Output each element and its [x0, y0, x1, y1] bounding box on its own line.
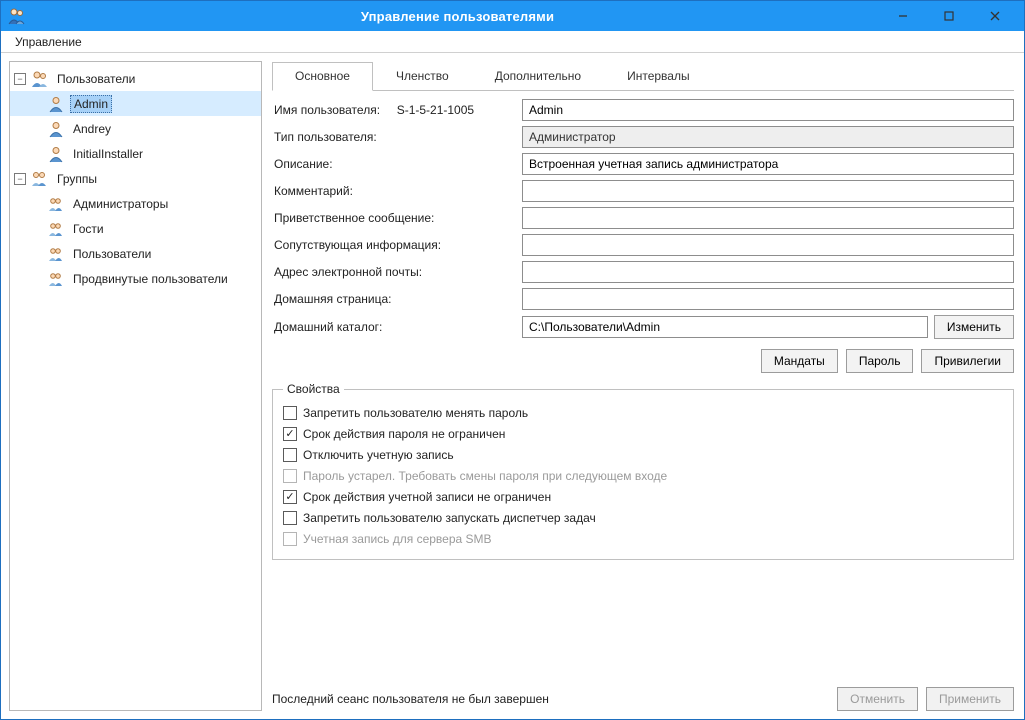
checkbox-icon[interactable]: ✓ — [283, 490, 297, 504]
related-label: Сопутствующая информация: — [272, 238, 522, 252]
greeting-input[interactable] — [522, 207, 1014, 229]
password-button[interactable]: Пароль — [846, 349, 914, 373]
tree-item-label: InitialInstaller — [70, 146, 146, 162]
group-icon — [46, 194, 66, 214]
tab-intervals[interactable]: Интервалы — [604, 62, 713, 91]
main-panel: Основное Членство Дополнительно Интервал… — [262, 53, 1024, 719]
homepage-input[interactable] — [522, 288, 1014, 310]
usertype-label: Тип пользователя: — [272, 130, 522, 144]
checkbox-icon — [283, 469, 297, 483]
tree-item-label: Администраторы — [70, 196, 171, 212]
minimize-button[interactable] — [880, 1, 926, 31]
tree-label: Пользователи — [54, 71, 138, 87]
tab-general[interactable]: Основное — [272, 62, 373, 91]
tree-node-users[interactable]: − Пользователи — [10, 66, 261, 91]
description-input[interactable] — [522, 153, 1014, 175]
property-label: Пароль устарел. Требовать смены пароля п… — [303, 469, 667, 483]
properties-legend: Свойства — [283, 382, 344, 396]
tree-label: Группы — [54, 171, 100, 187]
privileges-button[interactable]: Привилегии — [921, 349, 1014, 373]
property-checkbox-row[interactable]: Запретить пользователю менять пароль — [283, 402, 1003, 423]
property-label: Учетная запись для сервера SMB — [303, 532, 492, 546]
tree-item-group[interactable]: Продвинутые пользователи — [10, 266, 261, 291]
checkbox-icon — [283, 532, 297, 546]
user-form: Имя пользователя: S-1-5-21-1005 Тип поль… — [272, 99, 1014, 339]
tab-bar: Основное Членство Дополнительно Интервал… — [272, 61, 1014, 91]
window-title: Управление пользователями — [35, 9, 880, 24]
group-icon — [46, 244, 66, 264]
email-label: Адрес электронной почты: — [272, 265, 522, 279]
user-icon — [46, 144, 66, 164]
property-checkbox-row[interactable]: ✓ Срок действия учетной записи не огранич… — [283, 486, 1003, 507]
property-checkbox-row[interactable]: Запретить пользователю запускать диспетч… — [283, 507, 1003, 528]
menu-manage[interactable]: Управление — [7, 33, 90, 51]
property-checkbox-row: Учетная запись для сервера SMB — [283, 528, 1003, 549]
collapse-icon[interactable]: − — [14, 173, 26, 185]
property-label: Запретить пользователю запускать диспетч… — [303, 511, 596, 525]
sid-value: S-1-5-21-1005 — [397, 103, 474, 117]
change-homedir-button[interactable]: Изменить — [934, 315, 1014, 339]
group-icon — [46, 219, 66, 239]
usertype-input — [522, 126, 1014, 148]
tree-item-label: Гости — [70, 221, 107, 237]
description-label: Описание: — [272, 157, 522, 171]
tree-item-label: Пользователи — [70, 246, 154, 262]
homedir-input[interactable] — [522, 316, 928, 338]
tree-node-groups[interactable]: − Группы — [10, 166, 261, 191]
action-buttons: Мандаты Пароль Привилегии — [272, 349, 1014, 373]
tree-item-user[interactable]: Admin — [10, 91, 261, 116]
app-window: Управление пользователями Управление − П… — [0, 0, 1025, 720]
related-input[interactable] — [522, 234, 1014, 256]
footer: Последний сеанс пользователя не был заве… — [272, 679, 1014, 711]
apply-button[interactable]: Применить — [926, 687, 1014, 711]
tab-advanced[interactable]: Дополнительно — [472, 62, 604, 91]
tree-item-user[interactable]: Andrey — [10, 116, 261, 141]
property-label: Отключить учетную запись — [303, 448, 454, 462]
user-icon — [46, 94, 66, 114]
tab-membership[interactable]: Членство — [373, 62, 472, 91]
comment-label: Комментарий: — [272, 184, 522, 198]
property-checkbox-row[interactable]: ✓ Срок действия пароля не ограничен — [283, 423, 1003, 444]
sidebar-tree: − Пользователи Admin Andrey InitialInsta… — [9, 61, 262, 711]
username-input[interactable] — [522, 99, 1014, 121]
content: − Пользователи Admin Andrey InitialInsta… — [1, 53, 1024, 719]
properties-fieldset: Свойства Запретить пользователю менять п… — [272, 389, 1014, 560]
tree-item-label: Admin — [70, 95, 112, 113]
checkbox-icon[interactable] — [283, 511, 297, 525]
comment-input[interactable] — [522, 180, 1014, 202]
collapse-icon[interactable]: − — [14, 73, 26, 85]
checkbox-icon[interactable] — [283, 406, 297, 420]
homepage-label: Домашняя страница: — [272, 292, 522, 306]
menubar: Управление — [1, 31, 1024, 53]
mandates-button[interactable]: Мандаты — [761, 349, 838, 373]
maximize-button[interactable] — [926, 1, 972, 31]
cancel-button[interactable]: Отменить — [837, 687, 918, 711]
checkbox-icon[interactable] — [283, 448, 297, 462]
homedir-label: Домашний каталог: — [272, 320, 522, 334]
tree-item-group[interactable]: Администраторы — [10, 191, 261, 216]
properties-list: Запретить пользователю менять пароль ✓ Сро… — [283, 402, 1003, 549]
tree-item-group[interactable]: Пользователи — [10, 241, 261, 266]
titlebar: Управление пользователями — [1, 1, 1024, 31]
user-icon — [46, 119, 66, 139]
tree-item-label: Продвинутые пользователи — [70, 271, 231, 287]
tree-item-user[interactable]: InitialInstaller — [10, 141, 261, 166]
status-text: Последний сеанс пользователя не был заве… — [272, 692, 837, 706]
email-input[interactable] — [522, 261, 1014, 283]
close-button[interactable] — [972, 1, 1018, 31]
property-checkbox-row[interactable]: Отключить учетную запись — [283, 444, 1003, 465]
tree-item-label: Andrey — [70, 121, 114, 137]
checkbox-icon[interactable]: ✓ — [283, 427, 297, 441]
group-icon — [46, 269, 66, 289]
groups-icon — [30, 169, 50, 189]
property-label: Срок действия пароля не ограничен — [303, 427, 505, 441]
property-label: Запретить пользователю менять пароль — [303, 406, 528, 420]
property-checkbox-row: Пароль устарел. Требовать смены пароля п… — [283, 465, 1003, 486]
app-icon — [7, 6, 27, 26]
greeting-label: Приветственное сообщение: — [272, 211, 522, 225]
username-label: Имя пользователя: S-1-5-21-1005 — [272, 103, 522, 117]
users-icon — [30, 69, 50, 89]
tree-item-group[interactable]: Гости — [10, 216, 261, 241]
property-label: Срок действия учетной записи не ограниче… — [303, 490, 551, 504]
